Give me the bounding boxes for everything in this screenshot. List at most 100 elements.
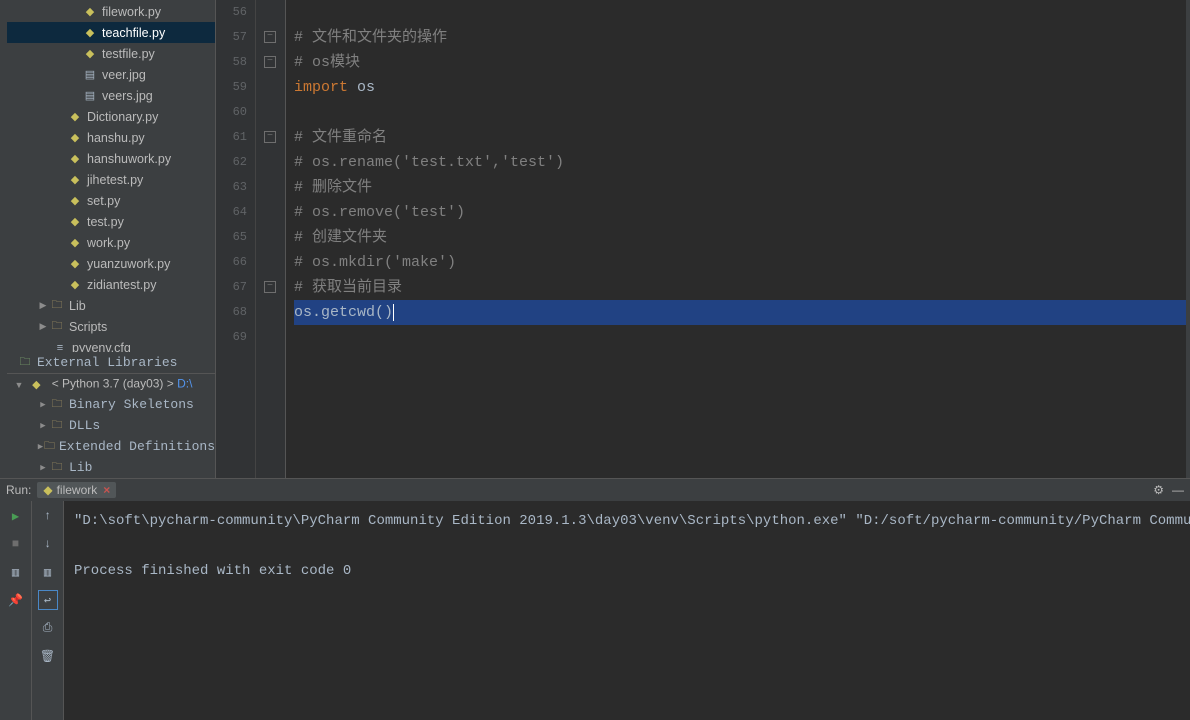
py-icon: ◆ bbox=[67, 130, 83, 146]
tree-item-extended-definitions[interactable]: ▶🗀 Extended Definitions bbox=[7, 436, 215, 457]
tree-item-veers-jpg[interactable]: ▤veers.jpg bbox=[7, 85, 215, 106]
code-line-63[interactable]: # 删除文件 bbox=[294, 175, 1186, 200]
tree-item-label: hanshu.py bbox=[87, 131, 145, 145]
up-button[interactable]: ↑ bbox=[39, 507, 57, 525]
run-tool-window: Run: ◆ filework × ⚙ — ▶ ■ ▥ 📌 ↑ ↓ ▥ ↩ ⎙ … bbox=[0, 478, 1190, 720]
pin-button[interactable]: 📌 bbox=[7, 591, 25, 609]
tree-item-Scripts[interactable]: ▶🗀Scripts bbox=[7, 316, 215, 337]
code-line-65[interactable]: # 创建文件夹 bbox=[294, 225, 1186, 250]
code-line-59[interactable]: import os bbox=[294, 75, 1186, 100]
tree-item-dlls[interactable]: ▶🗀DLLs bbox=[7, 415, 215, 436]
python-icon: ◆ bbox=[43, 483, 52, 497]
tree-item-label: pyvenv.cfg bbox=[72, 341, 131, 353]
tree-item-label: Dictionary.py bbox=[87, 110, 158, 124]
tree-item-test-py[interactable]: ◆test.py bbox=[7, 211, 215, 232]
python-interpreter-label: < Python 3.7 (day03) > bbox=[52, 377, 174, 391]
tree-item-filework-py[interactable]: ◆filework.py bbox=[7, 1, 215, 22]
tree-item-hanshuwork-py[interactable]: ◆hanshuwork.py bbox=[7, 148, 215, 169]
print-button[interactable]: ⎙ bbox=[39, 619, 57, 637]
tree-item-hanshu-py[interactable]: ◆ hanshu.py bbox=[7, 127, 215, 148]
tree-item-veer-jpg[interactable]: ▤veer.jpg bbox=[7, 64, 215, 85]
chevron-right-icon: ▶ bbox=[37, 321, 49, 332]
code-editor[interactable]: 5657585960616263646566676869 − − − − # 文件和文… bbox=[216, 0, 1190, 478]
py-icon: ◆ bbox=[67, 193, 83, 209]
tree-item-label: veers.jpg bbox=[102, 89, 153, 103]
tree-item-yuanzuwork-py[interactable]: ◆yuanzuwork.py bbox=[7, 253, 215, 274]
minimize-icon[interactable]: — bbox=[1172, 483, 1184, 497]
run-left-toolbar-2: ↑ ↓ ▥ ↩ ⎙ 🗑 bbox=[32, 501, 64, 720]
layout-button[interactable]: ▥ bbox=[7, 563, 25, 581]
package-icon: 🗀 bbox=[17, 355, 33, 371]
py-icon: ◆ bbox=[82, 46, 98, 62]
tree-item-Lib[interactable]: ▶🗀Lib bbox=[7, 295, 215, 316]
tree-item-label: Binary Skeletons bbox=[69, 397, 194, 412]
tree-item-binary-skeletons[interactable]: ▶🗀Binary Skeletons bbox=[7, 394, 215, 415]
code-line-58[interactable]: # os模块 bbox=[294, 50, 1186, 75]
code-area[interactable]: # 文件和文件夹的操作# os模块import os# 文件重命名# os.re… bbox=[286, 0, 1186, 478]
py-icon: ◆ bbox=[67, 172, 83, 188]
fold-toggle[interactable]: − bbox=[264, 281, 276, 293]
code-line-60[interactable] bbox=[294, 100, 1186, 125]
folder-icon: 🗀 bbox=[44, 439, 55, 455]
external-libraries-node[interactable]: 🗀 External Libraries bbox=[7, 352, 215, 373]
tree-item-lib[interactable]: ▶🗀Lib bbox=[7, 457, 215, 478]
code-line-66[interactable]: # os.mkdir('make') bbox=[294, 250, 1186, 275]
tree-item-label: Scripts bbox=[69, 320, 107, 334]
tree-item-label: Extended Definitions bbox=[59, 439, 215, 454]
img-icon: ▤ bbox=[82, 67, 98, 83]
chevron-right-icon: ▶ bbox=[37, 300, 49, 311]
line-number-gutter[interactable]: 5657585960616263646566676869 bbox=[216, 0, 256, 478]
py-icon: ◆ bbox=[67, 151, 83, 167]
stop-button[interactable]: ■ bbox=[7, 535, 25, 553]
gear-icon[interactable]: ⚙ bbox=[1153, 483, 1164, 497]
fold-toggle[interactable]: − bbox=[264, 31, 276, 43]
tree-item-set-py[interactable]: ◆set.py bbox=[7, 190, 215, 211]
tree-item-work-py[interactable]: ◆work.py bbox=[7, 232, 215, 253]
chevron-right-icon: ▶ bbox=[37, 442, 44, 452]
layout2-button[interactable]: ▥ bbox=[39, 563, 57, 581]
run-tab[interactable]: ◆ filework × bbox=[37, 482, 116, 498]
soft-wrap-button[interactable]: ↩ bbox=[39, 591, 57, 609]
python-interpreter-row[interactable]: ▼ ◆ < Python 3.7 (day03) > D:\ bbox=[7, 373, 215, 394]
close-tab-icon[interactable]: × bbox=[103, 483, 110, 497]
tree-item-pyvenv-cfg[interactable]: ≡ pyvenv.cfg bbox=[7, 337, 215, 352]
clear-button[interactable]: 🗑 bbox=[39, 647, 57, 665]
rerun-button[interactable]: ▶ bbox=[7, 507, 25, 525]
tree-item-Dictionary-py[interactable]: ◆ Dictionary.py bbox=[7, 106, 215, 127]
folder-icon: 🗀 bbox=[49, 460, 65, 476]
code-line-69[interactable] bbox=[294, 325, 1186, 350]
fold-toggle[interactable]: − bbox=[264, 56, 276, 68]
sidebar-tool-strip[interactable] bbox=[0, 0, 7, 478]
code-line-64[interactable]: # os.remove('test') bbox=[294, 200, 1186, 225]
python-icon: ◆ bbox=[28, 376, 44, 392]
console-output[interactable]: "D:\soft\pycharm-community\PyCharm Commu… bbox=[64, 501, 1190, 720]
run-tab-name: filework bbox=[57, 483, 98, 497]
tree-item-label: testfile.py bbox=[102, 47, 155, 61]
code-line-67[interactable]: # 获取当前目录 bbox=[294, 275, 1186, 300]
code-line-62[interactable]: # os.rename('test.txt','test') bbox=[294, 150, 1186, 175]
tree-item-label: Lib bbox=[69, 460, 92, 475]
py-icon: ◆ bbox=[67, 277, 83, 293]
code-line-61[interactable]: # 文件重命名 bbox=[294, 125, 1186, 150]
down-button[interactable]: ↓ bbox=[39, 535, 57, 553]
tree-item-label: teachfile.py bbox=[102, 26, 165, 40]
tree-item-testfile-py[interactable]: ◆ testfile.py bbox=[7, 43, 215, 64]
tree-item-teachfile-py[interactable]: ◆teachfile.py bbox=[7, 22, 215, 43]
tree-item-label: work.py bbox=[87, 236, 130, 250]
run-left-toolbar: ▶ ■ ▥ 📌 bbox=[0, 501, 32, 720]
project-tree[interactable]: ◆filework.py◆teachfile.py◆testfile.py▤ve… bbox=[7, 0, 215, 352]
code-line-56[interactable] bbox=[294, 0, 1186, 25]
code-line-68[interactable]: os.getcwd() bbox=[294, 300, 1186, 325]
fold-column[interactable]: − − − − bbox=[256, 0, 286, 478]
py-icon: ◆ bbox=[67, 109, 83, 125]
run-header: Run: ◆ filework × ⚙ — bbox=[0, 479, 1190, 501]
tree-item-jihetest-py[interactable]: ◆jihetest.py bbox=[7, 169, 215, 190]
cfg-icon: ≡ bbox=[52, 340, 68, 353]
chevron-right-icon: ▶ bbox=[37, 400, 49, 410]
console-line-1: "D:\soft\pycharm-community\PyCharm Commu… bbox=[74, 513, 1190, 529]
code-line-57[interactable]: # 文件和文件夹的操作 bbox=[294, 25, 1186, 50]
tree-item-zidiantest-py[interactable]: ◆zidiantest.py bbox=[7, 274, 215, 295]
py-icon: ◆ bbox=[82, 4, 98, 20]
fold-toggle[interactable]: − bbox=[264, 131, 276, 143]
chevron-down-icon: ▼ bbox=[13, 380, 25, 390]
